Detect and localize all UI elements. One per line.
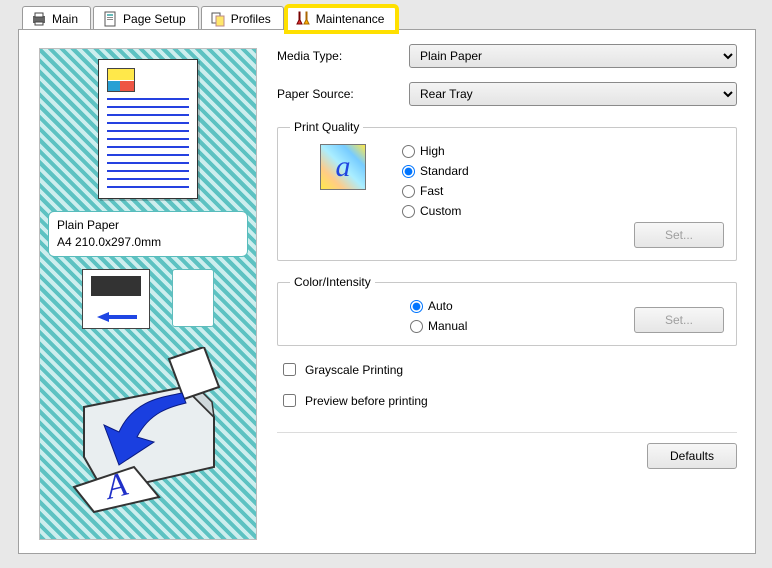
- print-quality-legend: Print Quality: [290, 120, 363, 134]
- ci-auto-radio[interactable]: [410, 300, 423, 313]
- ci-set-button[interactable]: Set...: [634, 307, 724, 333]
- rear-tray-icon: [82, 269, 150, 329]
- media-type-select[interactable]: Plain Paper: [409, 44, 737, 68]
- paper-source-select[interactable]: Rear Tray: [409, 82, 737, 106]
- pq-set-button[interactable]: Set...: [634, 222, 724, 248]
- paper-source-label: Paper Source:: [277, 87, 409, 101]
- preview-column: Plain Paper A4 210.0x297.0mm A: [39, 48, 257, 540]
- paper-info-line2: A4 210.0x297.0mm: [57, 234, 239, 251]
- printer-icon: [31, 11, 47, 27]
- grayscale-label: Grayscale Printing: [305, 363, 403, 377]
- separator: [277, 432, 737, 433]
- paper-info-box: Plain Paper A4 210.0x297.0mm: [48, 211, 248, 257]
- printer-illustration: A: [64, 347, 236, 513]
- profiles-icon: [210, 11, 226, 27]
- pq-fast-label: Fast: [420, 184, 443, 198]
- media-type-label: Media Type:: [277, 49, 409, 63]
- paper-info-line1: Plain Paper: [57, 217, 239, 234]
- tab-page-setup-label: Page Setup: [123, 12, 186, 26]
- document-thumbnail: [98, 59, 198, 199]
- pq-high-radio[interactable]: [402, 145, 415, 158]
- pq-fast-radio[interactable]: [402, 185, 415, 198]
- tab-main-label: Main: [52, 12, 78, 26]
- preview-label: Preview before printing: [305, 394, 428, 408]
- color-intensity-group: Color/Intensity Auto Manual Set...: [277, 275, 737, 346]
- page-setup-icon: [102, 11, 118, 27]
- tab-maintenance[interactable]: Maintenance: [286, 6, 398, 32]
- pq-standard-label: Standard: [420, 164, 469, 178]
- color-intensity-legend: Color/Intensity: [290, 275, 375, 289]
- blank-page-icon: [172, 269, 214, 327]
- print-quality-icon: a: [320, 144, 366, 190]
- pq-custom-radio[interactable]: [402, 205, 415, 218]
- maintenance-icon: [295, 11, 311, 27]
- tab-maintenance-label: Maintenance: [316, 12, 385, 26]
- ci-manual-radio[interactable]: [410, 320, 423, 333]
- preview-checkbox[interactable]: [283, 394, 296, 407]
- ci-auto-label: Auto: [428, 299, 453, 313]
- pq-standard-radio[interactable]: [402, 165, 415, 178]
- thumbnail-image-icon: [107, 68, 135, 92]
- tab-profiles-label: Profiles: [231, 12, 271, 26]
- ci-manual-label: Manual: [428, 319, 467, 333]
- pq-high-label: High: [420, 144, 445, 158]
- pq-custom-label: Custom: [420, 204, 461, 218]
- main-panel: Plain Paper A4 210.0x297.0mm A: [18, 29, 756, 554]
- grayscale-checkbox[interactable]: [283, 363, 296, 376]
- print-quality-group: Print Quality a High Standard Fast Custo…: [277, 120, 737, 261]
- defaults-button[interactable]: Defaults: [647, 443, 737, 469]
